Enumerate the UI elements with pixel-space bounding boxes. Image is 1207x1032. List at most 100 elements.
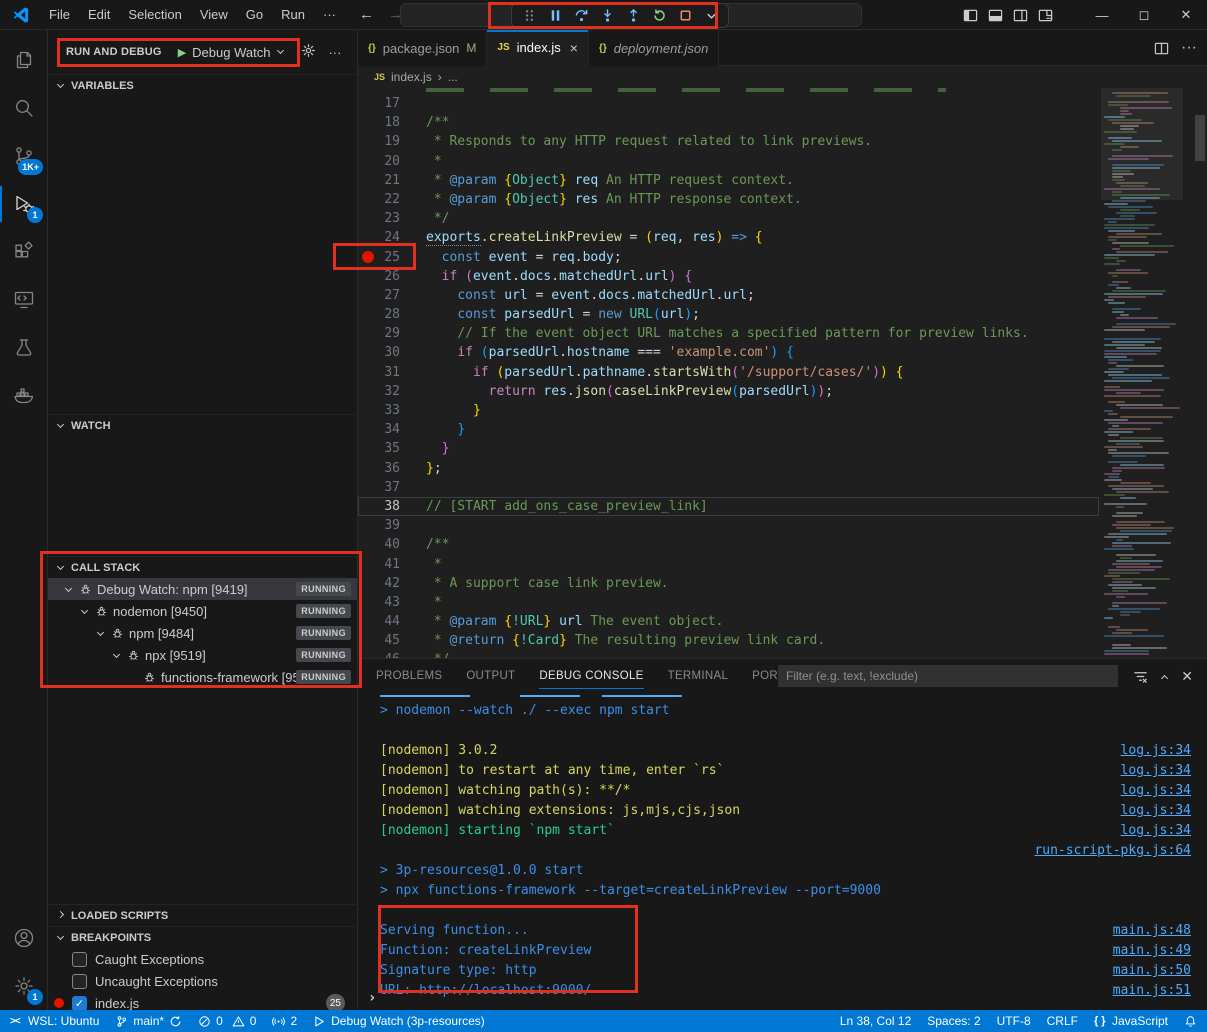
call-stack-row[interactable]: nodemon [9450]RUNNING	[48, 600, 357, 622]
maximize-button[interactable]: ◻	[1123, 0, 1165, 30]
code-line-42[interactable]: 42 * A support case link preview.	[358, 574, 1099, 593]
status-ports-forwarded[interactable]: 2	[272, 1010, 297, 1032]
code-line-33[interactable]: 33 }	[358, 401, 1099, 420]
status-git-branch[interactable]: main*	[115, 1010, 182, 1032]
menu-go[interactable]: Go	[237, 4, 272, 26]
code-line-45[interactable]: 45 * @return {!Card} The resulting previ…	[358, 631, 1099, 650]
toggle-secondary-sidebar-icon[interactable]	[1013, 8, 1028, 23]
code-line-34[interactable]: 34 }	[358, 420, 1099, 439]
call-stack-section-header[interactable]: CALL STACK	[48, 556, 357, 578]
call-stack-row[interactable]: npm [9484]RUNNING	[48, 622, 357, 644]
panel-tab-debug-console[interactable]: DEBUG CONSOLE	[539, 659, 643, 693]
step-over-button[interactable]	[569, 5, 593, 26]
drag-handle[interactable]	[517, 5, 541, 26]
step-into-button[interactable]	[595, 5, 619, 26]
close-panel-icon[interactable]: ✕	[1181, 668, 1193, 685]
menu-run[interactable]: Run	[272, 4, 314, 26]
navigate-back-arrow[interactable]: ←	[359, 6, 374, 23]
code-line-26[interactable]: 26 if (event.docs.matchedUrl.url) {	[358, 267, 1099, 286]
status-cursor-position[interactable]: Ln 38, Col 12	[840, 1010, 911, 1032]
breakpoint-checkbox[interactable]	[72, 952, 87, 967]
variables-section-header[interactable]: VARIABLES	[48, 74, 357, 96]
maximize-panel-icon[interactable]	[1161, 674, 1168, 681]
code-line-40[interactable]: 40/**	[358, 535, 1099, 554]
code-line-20[interactable]: 20 *	[358, 152, 1099, 171]
console-source-link[interactable]: run-script-pkg.js:64	[1034, 841, 1191, 861]
menu-file[interactable]: File	[40, 4, 79, 26]
breakpoint-checkbox[interactable]	[72, 974, 87, 989]
toggle-panel-icon[interactable]	[988, 8, 1003, 23]
loaded-scripts-section-header[interactable]: LOADED SCRIPTS	[48, 904, 357, 926]
activity-item-accounts[interactable]	[0, 914, 47, 962]
activity-item-run-and-debug[interactable]: 1	[0, 180, 47, 228]
activity-item-search[interactable]	[0, 84, 47, 132]
activity-item-settings[interactable]: 1	[0, 962, 47, 1010]
debug-settings-gear-icon[interactable]	[301, 43, 316, 61]
code-line-32[interactable]: 32 return res.json(caseLinkPreview(parse…	[358, 382, 1099, 401]
minimize-button[interactable]: —	[1081, 0, 1123, 30]
console-source-link[interactable]: main.js:49	[1113, 941, 1191, 961]
console-source-link[interactable]: log.js:34	[1121, 801, 1191, 821]
code-line-19[interactable]: 19 * Responds to any HTTP request relate…	[358, 132, 1099, 151]
start-debug-icon[interactable]: ▶	[178, 46, 186, 59]
console-source-link[interactable]: log.js:34	[1121, 781, 1191, 801]
tab-index-js[interactable]: JSindex.js×	[487, 30, 589, 66]
menu-selection[interactable]: Selection	[119, 4, 190, 26]
pause-button[interactable]	[543, 5, 567, 26]
call-stack-row[interactable]: Debug Watch: npm [9419]RUNNING	[48, 578, 357, 600]
code-line-29[interactable]: 29 // If the event object URL matches a …	[358, 324, 1099, 343]
menu-edit[interactable]: Edit	[79, 4, 119, 26]
code-line-46[interactable]: 46 */	[358, 650, 1099, 658]
console-source-link[interactable]: log.js:34	[1121, 821, 1191, 841]
activity-item-extensions[interactable]	[0, 228, 47, 276]
activity-item-docker[interactable]	[0, 372, 47, 420]
code-line-22[interactable]: 22 * @param {Object} res An HTTP respons…	[358, 190, 1099, 209]
status-language-mode[interactable]: { }JavaScript	[1094, 1010, 1168, 1032]
filter-icon[interactable]	[1133, 669, 1148, 684]
call-stack-row[interactable]: npx [9519]RUNNING	[48, 644, 357, 666]
code-line-21[interactable]: 21 * @param {Object} req An HTTP request…	[358, 171, 1099, 190]
status-encoding[interactable]: UTF-8	[997, 1010, 1031, 1032]
stop-button[interactable]	[673, 5, 697, 26]
activity-item-testing[interactable]	[0, 324, 47, 372]
console-source-link[interactable]: log.js:34	[1121, 761, 1191, 781]
code-line-43[interactable]: 43 *	[358, 593, 1099, 612]
code-line-28[interactable]: 28 const parsedUrl = new URL(url);	[358, 305, 1099, 324]
console-source-link[interactable]: log.js:34	[1121, 741, 1191, 761]
editor-scrollbar[interactable]	[1193, 88, 1207, 658]
code-line-18[interactable]: 18/**	[358, 113, 1099, 132]
editor-more-actions-icon[interactable]: ···	[1181, 39, 1197, 57]
code-line-35[interactable]: 35 }	[358, 439, 1099, 458]
code-line-38[interactable]: 38// [START add_ons_case_preview_link]	[358, 497, 1099, 516]
watch-section-header[interactable]: WATCH	[48, 414, 357, 436]
breadcrumb-file[interactable]: index.js	[391, 70, 432, 84]
code-line-27[interactable]: 27 const url = event.docs.matchedUrl.url…	[358, 286, 1099, 305]
status-problems[interactable]: 00	[198, 1010, 256, 1032]
console-source-link[interactable]: main.js:50	[1113, 961, 1191, 981]
code-line-17[interactable]: 17	[358, 94, 1099, 113]
console-source-link[interactable]: main.js:51	[1113, 981, 1191, 1001]
panel-tab-problems[interactable]: PROBLEMS	[376, 659, 442, 693]
activity-item-source-control[interactable]: 1K+	[0, 132, 47, 180]
code-line-24[interactable]: 24exports.createLinkPreview = (req, res)…	[358, 228, 1099, 247]
menu-[interactable]: ···	[314, 4, 345, 26]
debug-console[interactable]: › > nodemon --watch ./ --exec npm start[…	[358, 693, 1207, 1010]
code-line-23[interactable]: 23 */	[358, 209, 1099, 228]
console-filter-input[interactable]	[778, 665, 1118, 687]
breakpoint-dot-icon[interactable]	[362, 251, 374, 263]
toggle-sidebar-icon[interactable]	[963, 8, 978, 23]
split-editor-icon[interactable]	[1154, 41, 1169, 56]
code-line-41[interactable]: 41 *	[358, 555, 1099, 574]
customize-layout-icon[interactable]	[1038, 8, 1053, 23]
code-line-39[interactable]: 39	[358, 516, 1099, 535]
activity-item-remote-explorer[interactable]	[0, 276, 47, 324]
tab-deployment-json[interactable]: {}deployment.json	[589, 30, 719, 66]
code-editor[interactable]: 1718/**19 * Responds to any HTTP request…	[358, 88, 1207, 658]
code-line-25[interactable]: 25 const event = req.body;	[358, 248, 1099, 267]
panel-tab-terminal[interactable]: TERMINAL	[668, 659, 729, 693]
breakpoint-checkbox[interactable]: ✓	[72, 996, 87, 1011]
breakpoints-section-header[interactable]: BREAKPOINTS	[48, 926, 357, 948]
code-line-36[interactable]: 36};	[358, 459, 1099, 478]
code-line-31[interactable]: 31 if (parsedUrl.pathname.startsWith('/s…	[358, 363, 1099, 382]
status-indentation[interactable]: Spaces: 2	[927, 1010, 980, 1032]
